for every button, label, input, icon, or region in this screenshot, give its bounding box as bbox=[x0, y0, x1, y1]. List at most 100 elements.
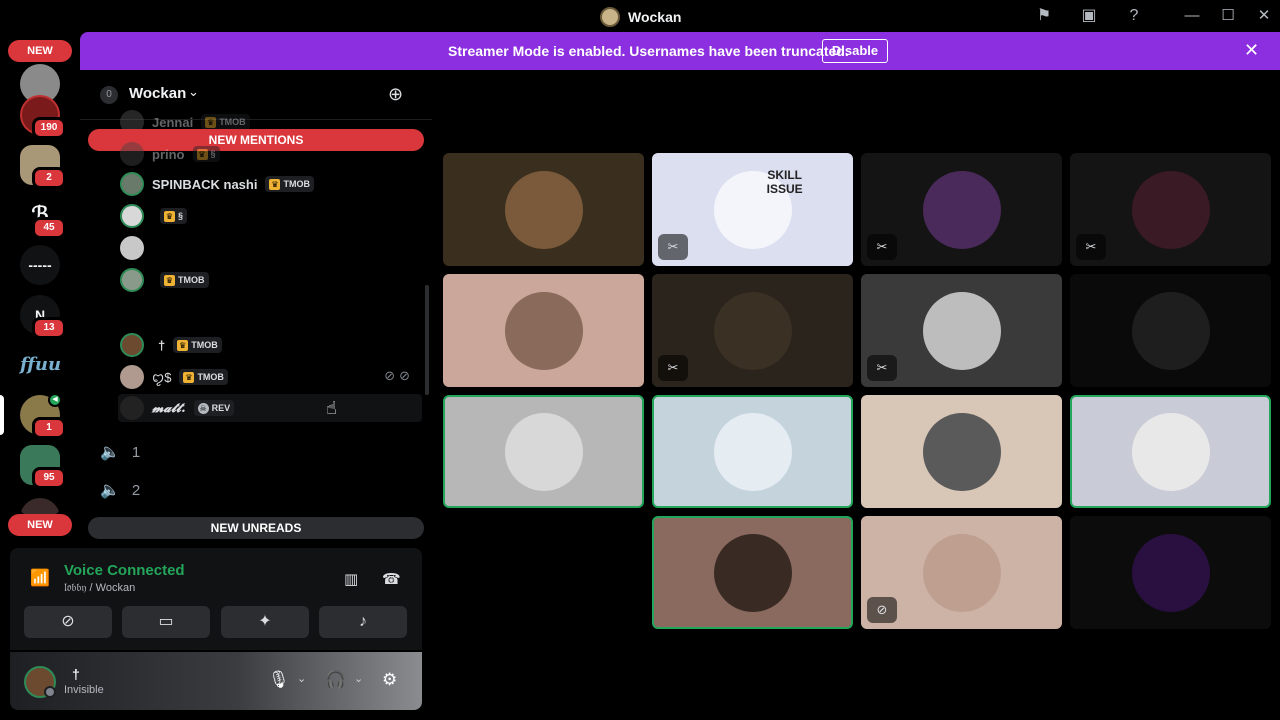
avatar-caption: SKILL ISSUE bbox=[766, 168, 803, 197]
voice-member[interactable] bbox=[120, 234, 420, 262]
avatar bbox=[120, 365, 144, 389]
maximize-button[interactable]: ☐ bbox=[1214, 4, 1242, 28]
participant-avatar bbox=[1131, 291, 1210, 370]
chevron-down-icon[interactable]: ⌄ bbox=[188, 84, 199, 100]
video-tile[interactable]: ✂ bbox=[1070, 153, 1271, 266]
server-icon[interactable]: N 13 bbox=[20, 295, 66, 339]
video-grid: SKILL ISSUE ✂ ✂ ✂ ✂ ✂ ⊘ bbox=[432, 70, 1280, 720]
disconnect-icon[interactable]: ☎ bbox=[382, 570, 401, 588]
video-tile[interactable] bbox=[443, 153, 644, 266]
tag-icon: ♛ bbox=[269, 178, 281, 190]
video-tile[interactable] bbox=[652, 516, 853, 629]
headphones-icon[interactable]: 🎧 bbox=[325, 670, 346, 690]
participant-avatar bbox=[1131, 170, 1210, 249]
participant-avatar bbox=[922, 412, 1001, 491]
unread-badge: 95 bbox=[32, 467, 66, 489]
new-indicator-top[interactable]: NEW bbox=[8, 40, 72, 62]
video-tile[interactable] bbox=[1070, 516, 1271, 629]
activities-button[interactable]: ✦ bbox=[221, 606, 309, 638]
noise-suppression-icon[interactable]: ▥ bbox=[344, 570, 358, 588]
camera-off-icon: ⊘ bbox=[61, 613, 75, 630]
activities-icon: ✦ bbox=[258, 613, 272, 630]
muted-mic-icon: ✂ bbox=[658, 234, 688, 260]
video-tile[interactable] bbox=[1070, 274, 1271, 387]
server-icon[interactable]: 190 bbox=[20, 95, 66, 139]
server-icon[interactable]: 2 bbox=[20, 145, 66, 189]
help-icon[interactable]: ? bbox=[1124, 6, 1144, 26]
voice-channel-name: 2 bbox=[131, 481, 141, 499]
close-window-button[interactable]: ✕ bbox=[1250, 4, 1278, 28]
voice-member[interactable]: ♛ TMOB bbox=[120, 266, 420, 294]
app-logo-icon bbox=[600, 7, 620, 27]
microphone-icon[interactable]: 🎙 bbox=[268, 670, 290, 690]
chevron-down-icon[interactable]: ⌄ bbox=[297, 672, 306, 685]
title-bar: Wockan ⚑ ▣ ? — ☐ ✕ bbox=[0, 0, 1280, 32]
new-indicator-bottom[interactable]: NEW bbox=[8, 514, 72, 536]
close-banner-icon[interactable]: ✕ bbox=[1244, 40, 1259, 61]
invite-user-icon[interactable]: ⊕ bbox=[388, 84, 403, 105]
disable-streamer-mode-button[interactable]: Disable bbox=[822, 39, 888, 63]
mute-deafen-icons: ⊘⊘ bbox=[384, 368, 414, 383]
video-tile[interactable]: ✂ bbox=[861, 153, 1062, 266]
unread-badge: 45 bbox=[32, 217, 66, 239]
voice-status-title[interactable]: Voice Connected bbox=[64, 562, 185, 579]
participant-avatar bbox=[504, 170, 583, 249]
voice-member[interactable]: 𝓶𝓪𝓽𝓽. ☠ REV bbox=[118, 394, 422, 422]
inbox-icon[interactable]: ▣ bbox=[1079, 6, 1099, 26]
video-tile[interactable]: ✂ bbox=[861, 274, 1062, 387]
server-icon[interactable]: ffuu bbox=[20, 345, 61, 385]
video-tile[interactable]: SKILL ISSUE ✂ bbox=[652, 153, 853, 266]
video-tile[interactable] bbox=[652, 395, 853, 508]
member-tag: ♛ TMOB bbox=[265, 176, 314, 192]
video-tile[interactable]: ⊘ bbox=[861, 516, 1062, 629]
user-panel: † Invisible 🎙 ⌄ 🎧 ⌄ ⚙ bbox=[10, 652, 422, 710]
sidebar-scrollbar[interactable] bbox=[425, 285, 429, 395]
video-tile[interactable] bbox=[443, 274, 644, 387]
tag-icon: ♛ bbox=[164, 274, 175, 286]
streamer-mode-banner: Streamer Mode is enabled. Usernames have… bbox=[80, 32, 1280, 70]
user-status-text[interactable]: Invisible bbox=[64, 684, 104, 696]
member-tag: ♛ TMOB bbox=[173, 337, 222, 353]
signal-strength-icon[interactable]: 📶 bbox=[30, 568, 50, 588]
screen-share-button[interactable]: ▭ bbox=[122, 606, 210, 638]
server-icon[interactable]: ◀ 1 bbox=[20, 393, 66, 439]
server-name[interactable]: Wockan bbox=[129, 85, 186, 102]
video-tile[interactable] bbox=[861, 395, 1062, 508]
server-label: ----- bbox=[20, 245, 60, 285]
server-icon[interactable]: ----- bbox=[20, 245, 60, 285]
voice-member[interactable]: ♛ § bbox=[120, 202, 420, 230]
soundboard-button[interactable]: ♪ bbox=[319, 606, 407, 638]
video-tile[interactable]: ✂ bbox=[652, 274, 853, 387]
new-unreads-pill[interactable]: NEW UNREADS bbox=[88, 517, 424, 539]
screen-share-icon: ▭ bbox=[158, 613, 174, 630]
voice-member[interactable]: prino ♛ § bbox=[120, 140, 420, 168]
voice-channel[interactable]: 🔈 1 bbox=[100, 442, 140, 462]
voice-channel[interactable]: 🔈 2 bbox=[100, 480, 140, 500]
avatar bbox=[120, 172, 144, 196]
voice-member[interactable]: SPINBACK nashi ♛ TMOB bbox=[120, 170, 420, 198]
video-tile[interactable] bbox=[443, 395, 644, 508]
avatar bbox=[120, 396, 144, 420]
server-icon[interactable]: 95 bbox=[20, 445, 66, 489]
camera-toggle-button[interactable]: ⊘ bbox=[24, 606, 112, 638]
voice-member[interactable]: † ♛ TMOB bbox=[120, 331, 420, 359]
participant-avatar bbox=[922, 291, 1001, 370]
settings-gear-icon[interactable]: ⚙ bbox=[382, 670, 397, 690]
chevron-down-icon[interactable]: ⌄ bbox=[354, 672, 363, 685]
tag-icon: ♛ bbox=[196, 148, 208, 160]
user-name[interactable]: † bbox=[72, 666, 80, 682]
minimize-button[interactable]: — bbox=[1178, 4, 1206, 28]
voice-member[interactable]: ꨄ$ ♛ TMOB ⊘⊘ bbox=[120, 363, 420, 391]
member-tag: ♛ TMOB bbox=[160, 272, 209, 288]
server-icon[interactable]: ℬ 45 bbox=[20, 195, 66, 239]
participant-avatar bbox=[1131, 412, 1210, 491]
flag-icon[interactable]: ⚑ bbox=[1034, 6, 1054, 26]
video-tile[interactable] bbox=[1070, 395, 1271, 508]
member-tag: ♛ TMOB bbox=[179, 369, 228, 385]
member-tag: ♛ TMOB bbox=[201, 114, 250, 130]
unread-badge: 2 bbox=[32, 167, 66, 189]
voice-channel-path[interactable]: 𝔩𝔬𝔟𝔟𝔶 / Wockan bbox=[64, 582, 135, 595]
member-tag: ♛ § bbox=[160, 208, 188, 224]
member-tag: ☠ REV bbox=[193, 400, 235, 416]
member-tag: ♛ § bbox=[192, 146, 220, 162]
